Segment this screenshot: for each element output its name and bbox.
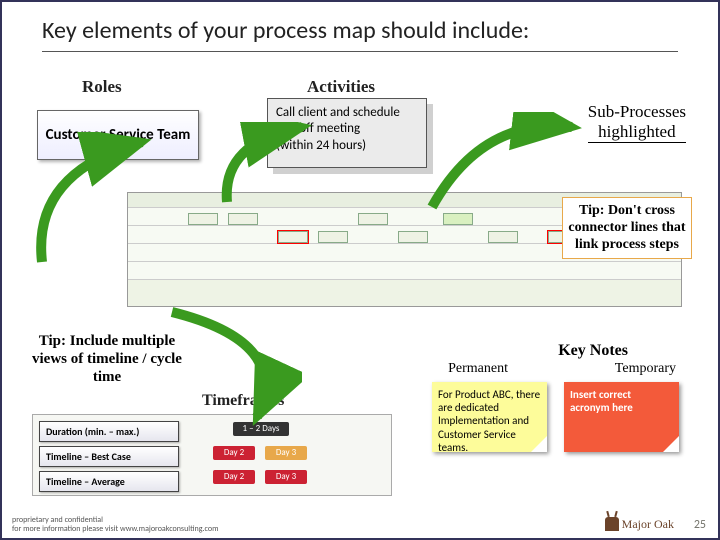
sticky-note-permanent: For Product ABC, there are dedicated Imp… [432,382,547,452]
logo-icon [605,517,619,531]
tf-row-duration: Duration (min. – max.) [39,421,179,442]
tf-bar-best-d3: Day 3 [265,446,307,460]
tip-timeline-views: Tip: Include multiple views of timeline … [22,332,192,386]
logo: Major Oak [605,517,674,532]
timeframes-label: Timeframes [202,392,284,410]
temporary-label: Temporary [615,361,676,377]
logo-text: Major Oak [622,517,674,531]
page-number: 25 [694,518,706,532]
footer: proprietary and confidential for more in… [12,516,218,534]
sub-processes-label: Sub-Processes highlighted [588,102,686,143]
tf-bar-best-d2: Day 2 [213,446,255,460]
activities-label: Activities [307,77,375,97]
permanent-label: Permanent [448,361,508,377]
activity-example-box: Call client and schedule kick off meetin… [267,98,427,168]
activity-subtext: (within 24 hours) [276,138,418,154]
tf-bar-avg-d2: Day 2 [213,470,255,484]
sub-processes-line2: highlighted [588,122,686,142]
roles-label: Roles [82,77,122,97]
activity-text: Call client and schedule kick off meetin… [276,105,418,136]
sticky-note-temporary: Insert correct acronym here [564,382,679,452]
slide-title: Key elements of your process map should … [2,2,718,51]
tf-row-best: Timeline – Best Case [39,446,179,467]
key-notes-label: Key Notes [558,342,628,360]
roles-example-box: Customer Service Team [37,110,199,160]
timeframe-block: Duration (min. – max.) Timeline – Best C… [32,414,392,496]
tf-bar-duration: 1 – 2 Days [233,422,289,436]
tip-connector-lines: Tip: Don't cross connector lines that li… [562,197,692,259]
tf-bar-avg-d3: Day 3 [265,470,307,484]
sub-processes-line1: Sub-Processes [588,102,686,122]
tf-row-avg: Timeline – Average [39,471,179,492]
footer-line2: for more information please visit www.ma… [12,525,218,534]
title-underline [42,51,678,52]
